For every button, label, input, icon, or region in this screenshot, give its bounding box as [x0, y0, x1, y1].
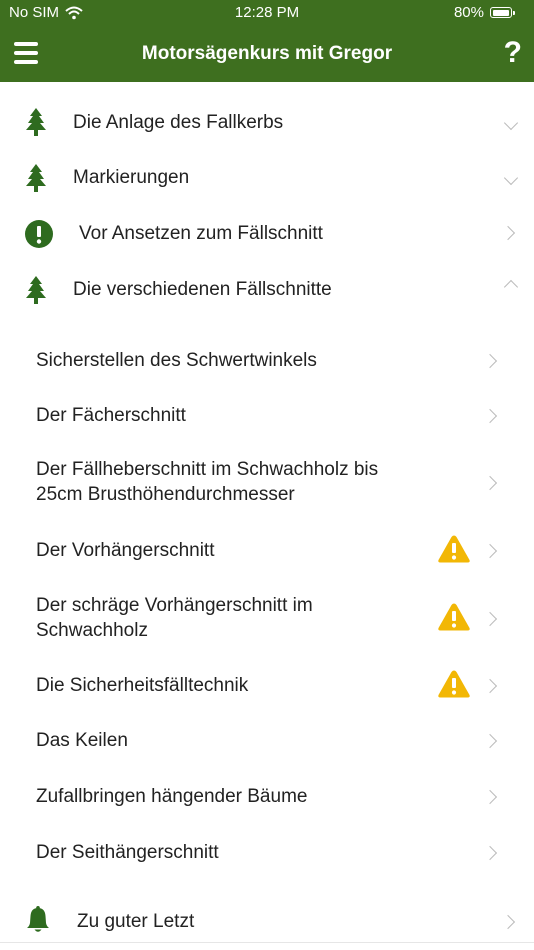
list-item-label-line2: Schwachholz	[36, 620, 148, 641]
battery-percent: 80%	[453, 4, 484, 21]
list-item-label: Die Sicherheitsfälltechnik	[36, 675, 249, 696]
bell-icon	[27, 906, 49, 932]
chevron-right-icon	[482, 475, 498, 491]
help-button[interactable]: ?	[504, 36, 522, 70]
battery-icon	[490, 7, 515, 18]
chevron-right-icon	[500, 914, 516, 930]
list-item-label: Der Vorhängerschnitt	[36, 540, 215, 561]
list-item[interactable]: Sicherstellen des Schwertwinkels	[0, 334, 534, 388]
battery-group: 80%	[453, 4, 515, 21]
list-item-label-line1: Der Fällheberschnitt im Schwachholz bis	[36, 459, 379, 480]
section-label: Die Anlage des Fallkerbs	[73, 112, 284, 133]
list-item[interactable]: Der Seithängerschnitt	[0, 825, 534, 879]
tree-icon	[26, 164, 46, 192]
chevron-down-icon	[503, 115, 519, 131]
list-item-label: Sicherstellen des Schwertwinkels	[36, 350, 317, 371]
list-item[interactable]: Der Fächerschnitt	[0, 389, 534, 443]
section-label: Vor Ansetzen zum Fällschnitt	[79, 223, 323, 244]
warning-icon	[438, 603, 470, 631]
list-item[interactable]: Der Fällheberschnitt im Schwachholz bis …	[0, 445, 534, 523]
chevron-down-icon	[503, 170, 519, 186]
chevron-up-icon	[503, 279, 519, 295]
list-item[interactable]: Der schräge Vorhängerschnitt im Schwachh…	[0, 579, 534, 657]
section-item-faellschnitte[interactable]: Die verschiedenen Fällschnitte	[0, 262, 534, 318]
list-item-label-line1: Der schräge Vorhängerschnitt im	[36, 595, 313, 616]
tree-icon	[26, 276, 46, 304]
section-label: Markierungen	[73, 167, 190, 188]
exclamation-circle-icon	[25, 220, 53, 248]
section-label: Die verschiedenen Fällschnitte	[73, 279, 332, 300]
nav-bar: Motorsägenkurs mit Gregor ?	[0, 26, 534, 82]
section-item-zu-guter-letzt[interactable]: Zu guter Letzt	[0, 893, 534, 949]
warning-icon	[438, 535, 470, 563]
section-label: Zu guter Letzt	[77, 911, 195, 932]
chevron-right-icon	[482, 543, 498, 559]
chevron-right-icon	[482, 611, 498, 627]
page-title: Motorsägenkurs mit Gregor	[141, 43, 393, 64]
chevron-right-icon	[500, 225, 516, 241]
list-item[interactable]: Zufallbringen hängender Bäume	[0, 769, 534, 823]
chevron-right-icon	[482, 353, 498, 369]
warning-icon	[438, 670, 470, 698]
section-item-markierungen[interactable]: Markierungen	[0, 150, 534, 206]
list-item-label: Das Keilen	[36, 730, 128, 751]
chevron-right-icon	[482, 408, 498, 424]
chevron-right-icon	[482, 789, 498, 805]
list-item-label: Der Fächerschnitt	[36, 405, 186, 426]
chevron-right-icon	[482, 845, 498, 861]
section-item-fallkerb[interactable]: Die Anlage des Fallkerbs	[0, 94, 534, 150]
list-item[interactable]: Die Sicherheitsfälltechnik	[0, 658, 534, 712]
list-item-label: Zufallbringen hängender Bäume	[36, 786, 308, 807]
section-item-vor-ansetzen[interactable]: Vor Ansetzen zum Fällschnitt	[0, 206, 534, 262]
list-item-label-line2: 25cm Brusthöhendurchmesser	[36, 484, 295, 505]
chevron-right-icon	[482, 733, 498, 749]
divider	[0, 942, 534, 943]
tree-icon	[26, 108, 46, 136]
list-item[interactable]: Der Vorhängerschnitt	[0, 524, 534, 578]
list-item[interactable]: Das Keilen	[0, 714, 534, 768]
status-bar: No SIM 12:28 PM 80%	[0, 0, 534, 26]
chevron-right-icon	[482, 678, 498, 694]
list-item-label: Der Seithängerschnitt	[36, 842, 219, 863]
